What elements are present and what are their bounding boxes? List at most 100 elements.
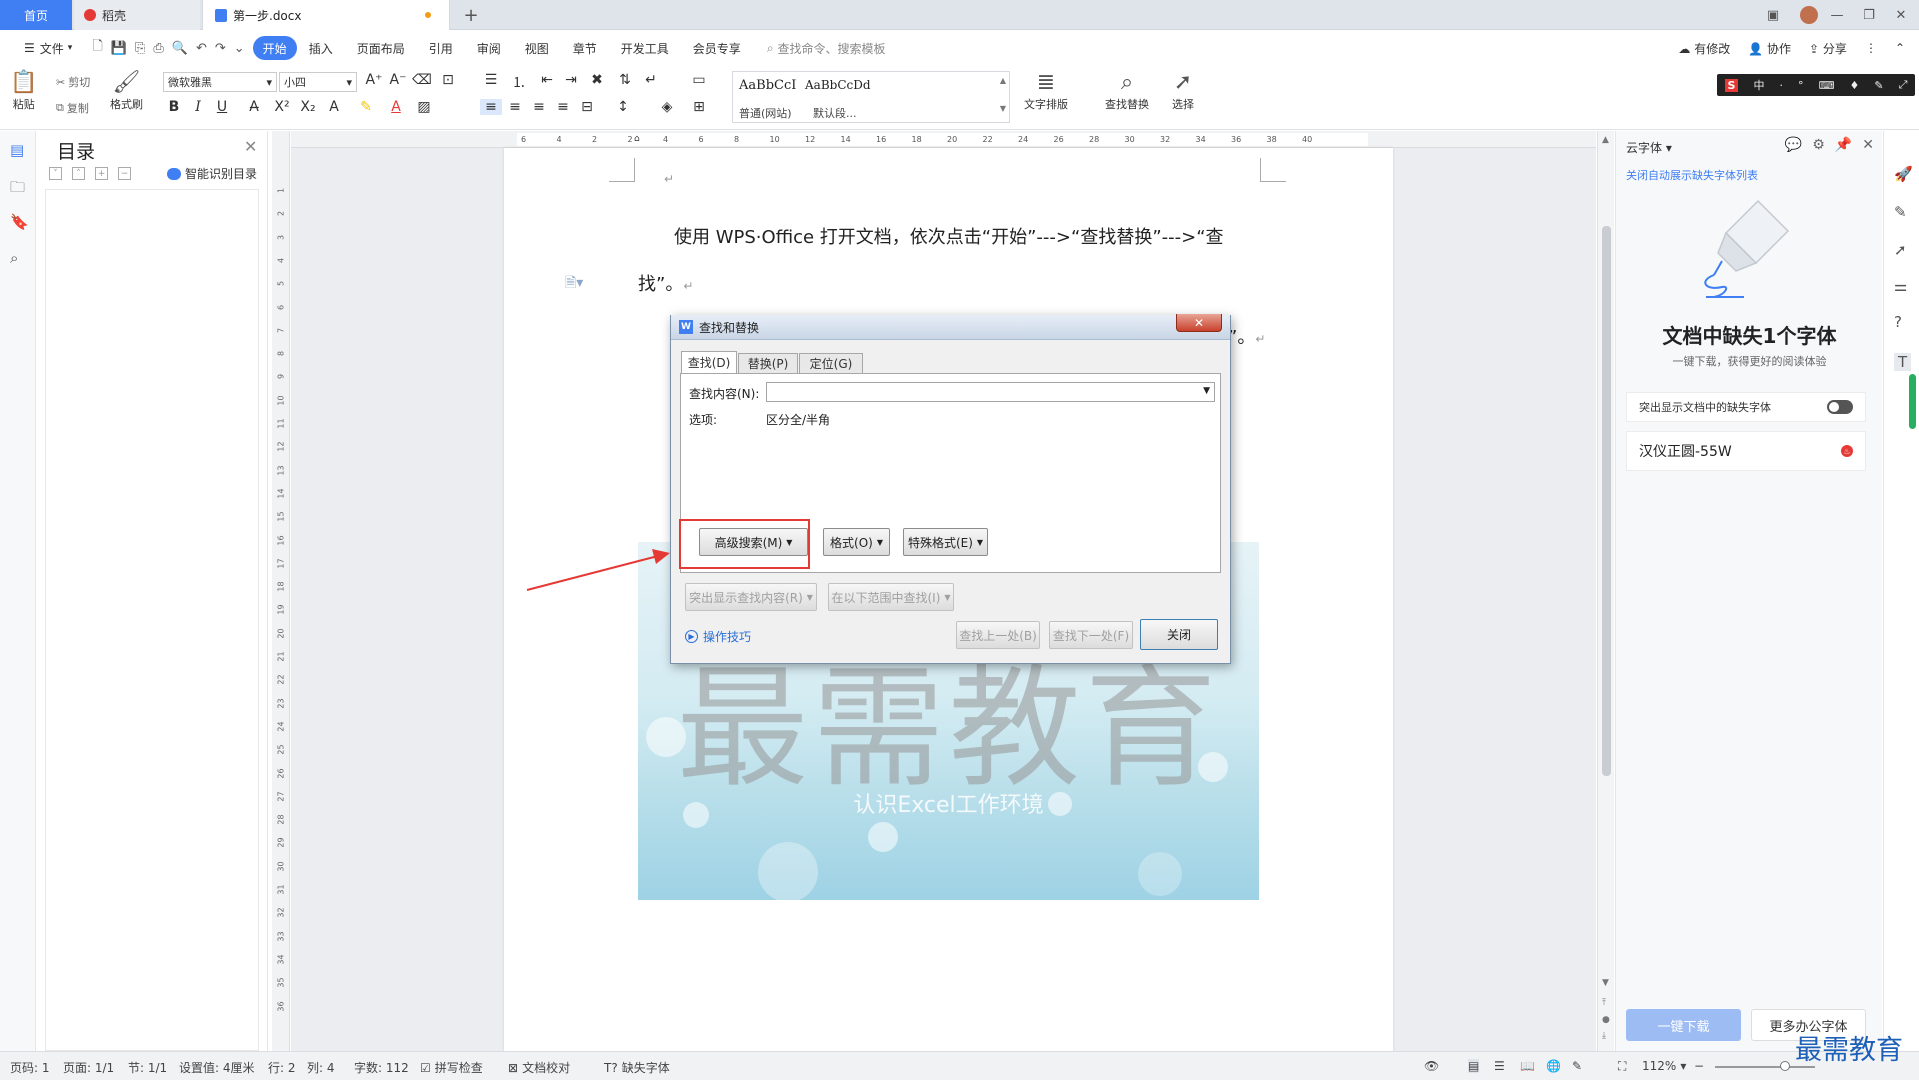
style-scroll-up-icon[interactable]: ▲ — [1000, 76, 1006, 85]
tab-find[interactable]: 查找(D) — [681, 351, 737, 373]
revisions-button[interactable]: ☁ 有修改 — [1678, 40, 1730, 57]
increase-indent-icon[interactable]: ⇥ — [560, 72, 582, 88]
font-color-icon[interactable]: A — [385, 99, 407, 115]
cut-button[interactable]: ✂ 剪切 — [56, 74, 90, 90]
feedback-icon[interactable]: 💬 — [1785, 137, 1802, 153]
ime-keyboard-icon[interactable]: ⌨ — [1819, 79, 1835, 92]
fit-page-icon[interactable]: ⛶ — [1618, 1059, 1626, 1074]
align-left-icon[interactable]: ≡ — [480, 99, 502, 115]
strikethrough-icon[interactable]: A̶ — [243, 99, 265, 115]
toc-list[interactable] — [45, 189, 259, 1051]
status-pages[interactable]: 页面: 1/1 — [63, 1059, 114, 1076]
redo-icon[interactable]: ↷ — [215, 41, 226, 56]
tab-document[interactable]: 第一步.docx — [202, 0, 450, 30]
status-page-number[interactable]: 页码: 1 — [10, 1059, 50, 1076]
restore-icon[interactable]: ❐ — [1851, 0, 1887, 30]
status-column[interactable]: 列: 4 — [307, 1059, 335, 1076]
outline-view-icon[interactable]: ☰ — [1494, 1059, 1505, 1073]
more-icon[interactable]: ⋮ — [1865, 41, 1877, 55]
find-content-input[interactable]: ▼ — [766, 382, 1215, 402]
write-mode-icon[interactable]: ✎ — [1572, 1059, 1582, 1073]
status-setting-value[interactable]: 设置值: 4厘米 — [179, 1059, 255, 1076]
remove-heading-icon[interactable]: − — [118, 167, 131, 180]
spell-check-toggle[interactable]: ☑ 拼写检查 — [420, 1059, 483, 1076]
next-page-icon[interactable]: ⤓ — [1602, 1031, 1606, 1041]
menu-chapter[interactable]: 章节 — [561, 36, 609, 60]
scrollbar-thumb[interactable] — [1602, 226, 1611, 776]
italic-icon[interactable]: I — [187, 99, 209, 115]
close-icon[interactable]: ✕ — [244, 137, 257, 156]
shading-icon[interactable]: ◈ — [656, 99, 678, 115]
operation-tips-link[interactable]: ▶ 操作技巧 — [685, 628, 751, 645]
scroll-up-icon[interactable]: ▲ — [1602, 135, 1609, 145]
cloud-font-title[interactable]: 云字体 ▾ — [1626, 139, 1672, 156]
select-browse-icon[interactable]: ● — [1602, 1015, 1610, 1025]
clear-format-icon[interactable]: ⌫ — [411, 72, 433, 88]
document-scrollbar[interactable]: ▲ ▼ ⤒ ● ⤓ — [1597, 131, 1614, 1051]
status-section[interactable]: 节: 1/1 — [128, 1059, 167, 1076]
close-icon[interactable]: ✕ — [1862, 137, 1874, 153]
align-right-icon[interactable]: ≡ — [528, 99, 550, 115]
chinese-layout-icon[interactable]: ✖ — [586, 72, 608, 88]
subscript-icon[interactable]: X₂ — [297, 99, 319, 115]
justify-icon[interactable]: ≡ — [552, 99, 574, 115]
style-default-label[interactable]: 默认段... — [813, 105, 857, 121]
menu-review[interactable]: 审阅 — [465, 36, 513, 60]
web-view-icon[interactable]: 🌐 — [1546, 1059, 1561, 1073]
collaborate-button[interactable]: 👤 协作 — [1748, 40, 1791, 57]
superscript-icon[interactable]: X² — [271, 99, 293, 115]
bold-icon[interactable]: B — [163, 99, 185, 115]
align-center-icon[interactable]: ≡ — [504, 99, 526, 115]
style-normal-web-label[interactable]: 普通(网站) — [739, 105, 792, 121]
table-line-icon[interactable]: ▭ — [688, 72, 710, 88]
char-shading-icon[interactable]: ▨ — [413, 99, 435, 115]
format-button[interactable]: 格式(O) ▼ — [823, 528, 890, 556]
ime-skin-icon[interactable]: ♦ — [1850, 79, 1860, 92]
save-icon[interactable]: 💾 — [111, 41, 127, 56]
eye-protect-icon[interactable]: 👁 — [1424, 1059, 1439, 1073]
disable-auto-show-link[interactable]: 关闭自动展示缺失字体列表 — [1626, 167, 1758, 183]
expand-all-icon[interactable]: ˄ — [72, 167, 85, 180]
highlight-color-icon[interactable]: ✎ — [355, 99, 377, 115]
prev-page-icon[interactable]: ⤒ — [1602, 998, 1606, 1008]
font-name-select[interactable]: 微软雅黑 ▾ — [163, 72, 277, 92]
line-spacing-icon[interactable]: ↕ — [612, 99, 634, 115]
page-view-icon[interactable]: ▤ — [1468, 1059, 1480, 1073]
minimize-icon[interactable]: — — [1819, 0, 1855, 30]
highlight-found-button[interactable]: 突出显示查找内容(R) ▼ — [685, 583, 817, 611]
status-word-count[interactable]: 字数: 112 — [354, 1059, 409, 1076]
find-previous-button[interactable]: 查找上一处(B) — [956, 621, 1040, 649]
grow-font-icon[interactable]: A⁺ — [363, 72, 385, 88]
cursor-icon[interactable]: ➚ — [1894, 241, 1907, 259]
menu-developer[interactable]: 开发工具 — [609, 36, 681, 60]
download-all-button[interactable]: 一键下载 — [1626, 1009, 1741, 1041]
text-layout-button[interactable]: ≣ 文字排版 — [1024, 70, 1068, 112]
numbered-list-icon[interactable]: ⒈ — [508, 72, 530, 92]
sort-icon[interactable]: ⇅ — [614, 72, 636, 88]
export-icon[interactable]: ⎘ — [135, 41, 145, 56]
font-tool-icon[interactable]: T — [1894, 353, 1912, 371]
read-view-icon[interactable]: 📖 — [1520, 1059, 1535, 1073]
zoom-level[interactable]: 112% ▾ — [1642, 1059, 1686, 1073]
ime-language-toggle[interactable]: 中 — [1753, 77, 1764, 93]
menu-home[interactable]: 开始 — [252, 36, 297, 60]
menu-view[interactable]: 视图 — [513, 36, 561, 60]
decrease-indent-icon[interactable]: ⇤ — [536, 72, 558, 88]
copy-button[interactable]: ⧉ 复制 — [56, 100, 89, 116]
new-tab-button[interactable]: + — [456, 0, 486, 30]
find-in-range-button[interactable]: 在以下范围中查找(I) ▼ — [828, 583, 954, 611]
close-dialog-button[interactable]: 关闭 — [1140, 619, 1218, 650]
proofread-button[interactable]: ⊠ 文档校对 — [508, 1059, 570, 1076]
char-border-icon[interactable]: ⊡ — [437, 72, 459, 88]
doc-paragraph-line-2[interactable]: 找”。↵ — [638, 270, 693, 296]
menu-member[interactable]: 会员专享 — [681, 36, 753, 60]
file-menu[interactable]: ☰ 文件 ▾ — [12, 36, 84, 60]
tab-replace[interactable]: 替换(P) — [738, 353, 798, 373]
tab-goto[interactable]: 定位(G) — [799, 353, 863, 373]
smart-toc-button[interactable]: 智能识别目录 — [167, 165, 257, 182]
sliders-icon[interactable]: ⚌ — [1894, 277, 1907, 295]
print-icon[interactable]: ⎙ — [153, 41, 163, 56]
menu-references[interactable]: 引用 — [417, 36, 465, 60]
indent-marker-icon[interactable]: ⌂ — [634, 134, 640, 144]
style-default-preview[interactable]: AaBbCcDd — [805, 78, 871, 92]
